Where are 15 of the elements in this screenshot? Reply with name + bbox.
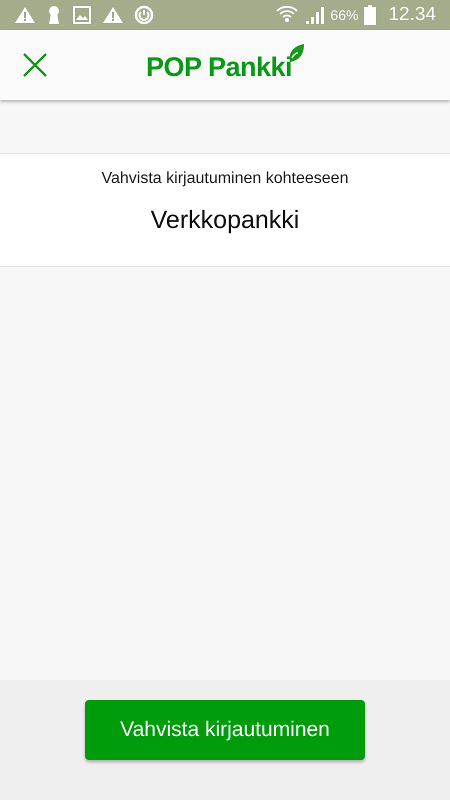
confirm-button[interactable]: Vahvista kirjautuminen (85, 700, 365, 760)
battery-percentage: 66% (330, 7, 358, 23)
warning-icon (102, 6, 124, 24)
keyhole-icon (46, 5, 62, 25)
warning-icon (14, 6, 36, 24)
wifi-icon (276, 5, 298, 25)
clock-time: 12.34 (388, 4, 436, 26)
close-button[interactable] (23, 53, 47, 77)
image-icon (72, 5, 92, 25)
close-icon (23, 53, 47, 77)
battery-icon (364, 5, 376, 25)
bank-logo-text: POP Pankki (146, 52, 292, 82)
signal-icon (304, 6, 324, 24)
service-name: Verkkopankki (150, 206, 300, 235)
confirm-prompt: Vahvista kirjautuminen kohteeseen (102, 170, 348, 188)
